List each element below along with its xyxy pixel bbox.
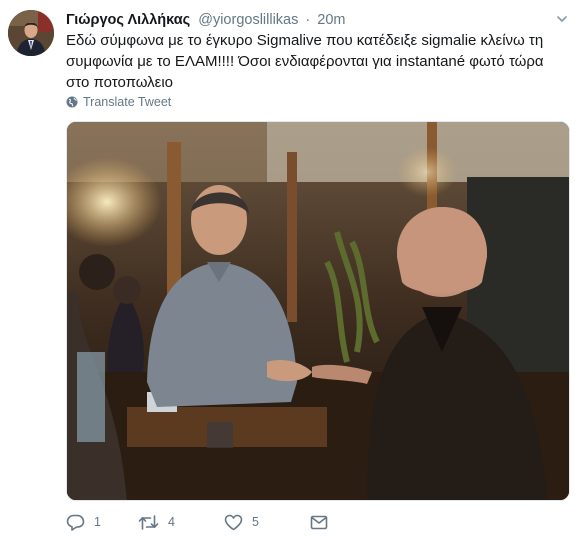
envelope-icon	[310, 515, 328, 529]
tweet-header: Γιώργος Λιλλήκας @yiorgoslillikas · 20m	[66, 10, 549, 30]
tweet-text: Εδώ σύμφωνα με το έγκυρο Sigmalive που κ…	[66, 32, 544, 91]
photo-image	[67, 122, 569, 500]
reply-button[interactable]: 1	[66, 512, 138, 532]
direct-message-button[interactable]	[310, 512, 328, 532]
retweet-count: 4	[168, 515, 175, 529]
author-handle[interactable]: @yiorgoslillikas	[198, 12, 298, 28]
chevron-down-icon	[557, 16, 567, 22]
tweet-actions: 1 4 5	[66, 512, 328, 532]
timestamp[interactable]: 20m	[317, 12, 345, 28]
retweet-button[interactable]: 4	[138, 512, 224, 532]
retweet-icon	[138, 514, 159, 530]
more-options-button[interactable]	[555, 12, 569, 26]
separator-dot: ·	[305, 12, 311, 28]
avatar[interactable]	[8, 10, 54, 56]
translate-tweet-link[interactable]: Translate Tweet	[66, 93, 171, 111]
tweet-photo[interactable]	[66, 121, 570, 501]
tweet-card: Γιώργος Λιλλήκας @yiorgoslillikas · 20m …	[0, 0, 579, 536]
reply-icon	[66, 514, 85, 531]
globe-icon	[66, 96, 78, 108]
like-count: 5	[252, 515, 259, 529]
like-button[interactable]: 5	[224, 512, 310, 532]
reply-count: 1	[94, 515, 101, 529]
avatar-image	[8, 10, 54, 56]
author-name[interactable]: Γιώργος Λιλλήκας	[66, 12, 190, 28]
translate-label: Translate Tweet	[83, 95, 172, 109]
heart-icon	[224, 514, 243, 530]
